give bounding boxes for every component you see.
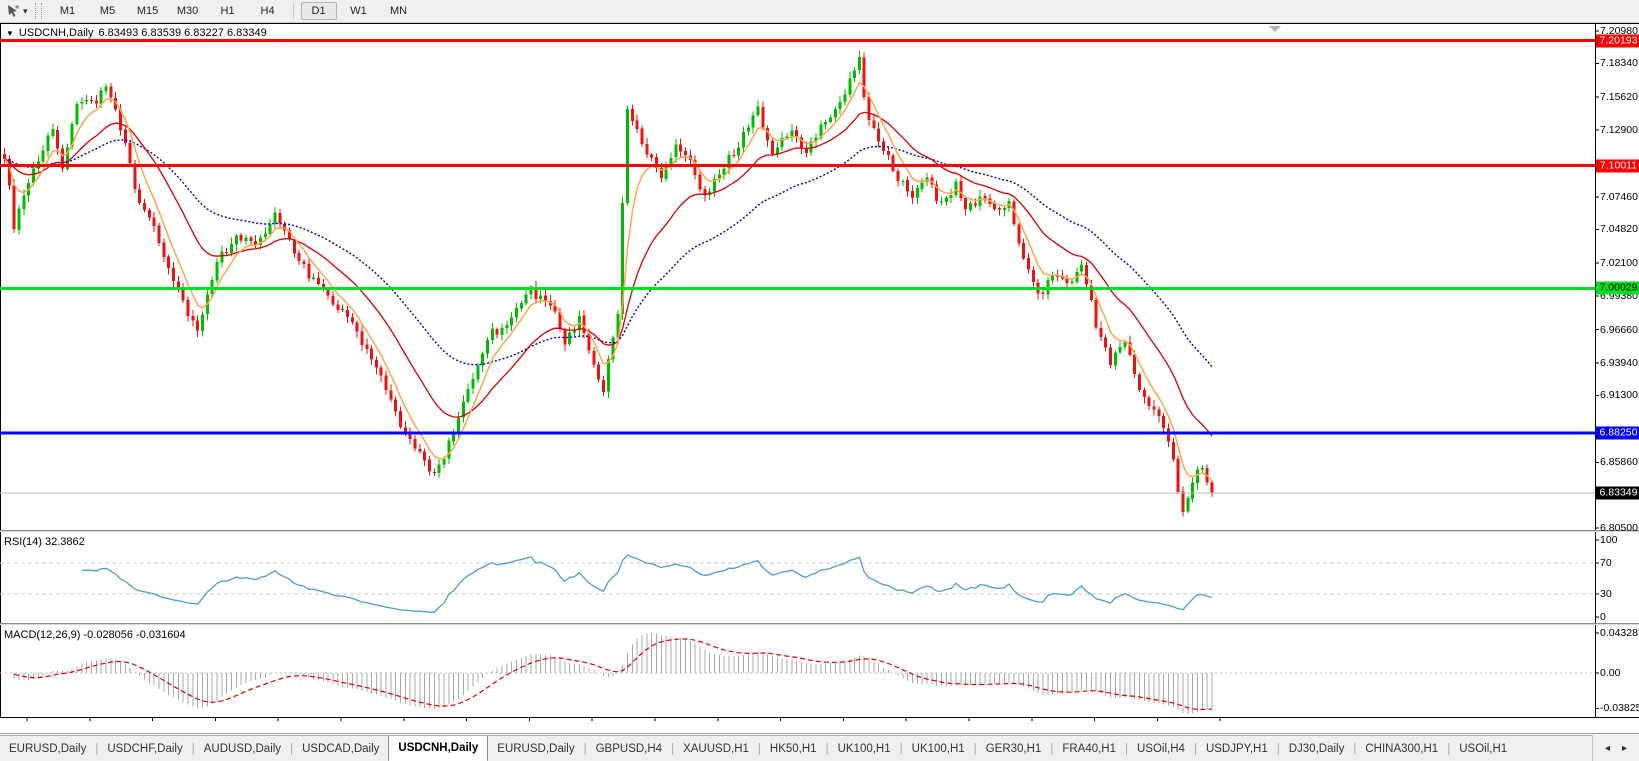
chart-tab-xauusd-h1[interactable]: XAUUSD,H1 (674, 736, 758, 761)
chart-tab-uk100-h1[interactable]: UK100,H1 (829, 736, 900, 761)
price-tick-label: 6.91300 (1600, 389, 1638, 401)
macd-indicator-label: MACD(12,26,9) -0.028056 -0.031604 (4, 629, 186, 641)
macd-tick-label: 0.043285 (1600, 627, 1639, 639)
chart-tab-uk100-h1[interactable]: UK100,H1 (903, 736, 974, 761)
timeframe-button-h1[interactable]: H1 (210, 2, 246, 20)
rsi-value: 32.3862 (45, 536, 85, 548)
chart-tab-hk50-h1[interactable]: HK50,H1 (761, 736, 826, 761)
chevron-down-icon[interactable]: ▾ (23, 6, 28, 17)
tab-scroll-left-icon[interactable]: ◂ (1605, 743, 1610, 754)
tab-scroll-right-icon[interactable]: ▸ (1622, 743, 1627, 754)
timeframe-button-d1[interactable]: D1 (301, 2, 337, 20)
chart-tab-usoil-h4[interactable]: USOil,H4 (1128, 736, 1194, 761)
chart-tab-eurusd-daily[interactable]: EURUSD,Daily (0, 736, 95, 761)
timeframe-button-w1[interactable]: W1 (341, 2, 377, 20)
price-tick-label: 6.93940 (1600, 357, 1638, 369)
chart-tab-china300-h1[interactable]: CHINA300,H1 (1356, 736, 1447, 761)
price-tick-label: 7.15620 (1600, 91, 1638, 103)
chart-tab-usoil-h1[interactable]: USOil,H1 (1450, 736, 1516, 761)
macd-values: -0.028056 -0.031604 (83, 629, 185, 641)
chart-title-row: ▼ USDCNH,Daily 6.83493 6.83539 6.83227 6… (6, 27, 267, 39)
price-level-label: 7.10011 (1596, 159, 1639, 172)
price-tick-label: 7.04820 (1600, 223, 1638, 235)
toolbar-grip[interactable] (35, 3, 42, 19)
rsi-tick-label: 100 (1600, 534, 1618, 546)
timeframe-button-mn[interactable]: MN (381, 2, 417, 20)
cursor-tool-icon[interactable] (3, 2, 23, 20)
price-level-label: 7.00029 (1596, 282, 1639, 295)
chart-canvas[interactable] (0, 23, 1639, 734)
macd-tick-label: -0.038253 (1600, 702, 1639, 714)
macd-tick-label: 0.00 (1600, 667, 1620, 679)
timeframe-button-m1[interactable]: M1 (50, 2, 86, 20)
rsi-tick-label: 70 (1600, 557, 1612, 569)
rsi-indicator-label: RSI(14) 32.3862 (4, 536, 85, 548)
chart-tab-usdcnh-daily[interactable]: USDCNH,Daily (388, 736, 488, 761)
rsi-pane-separator[interactable] (0, 529, 1639, 532)
chart-tab-fra40-h1[interactable]: FRA40,H1 (1053, 736, 1125, 761)
price-level-label: 6.83349 (1596, 487, 1639, 500)
chart-tab-gbpusd-h4[interactable]: GBPUSD,H4 (587, 736, 671, 761)
timeframe-button-m30[interactable]: M30 (170, 2, 206, 20)
price-tick-label: 6.96660 (1600, 324, 1638, 336)
tab-scroll-arrows: ◂ ▸ (1592, 735, 1639, 761)
macd-pane-separator[interactable] (0, 622, 1639, 625)
chart-tab-dj30-daily[interactable]: DJ30,Daily (1280, 736, 1354, 761)
chart-tab-bar: EURUSD,Daily|USDCHF,Daily|AUDUSD,Daily|U… (0, 735, 1639, 761)
chart-tab-audusd-daily[interactable]: AUDUSD,Daily (195, 736, 290, 761)
price-tick-label: 7.12900 (1600, 124, 1638, 136)
chart-tab-usdchf-daily[interactable]: USDCHF,Daily (98, 736, 191, 761)
chart-window: ▼ USDCNH,Daily 6.83493 6.83539 6.83227 6… (0, 23, 1639, 734)
price-tick-label: 7.18340 (1600, 57, 1638, 69)
timeframe-buttons: M1M5M15M30H1H4 D1W1MN (48, 2, 419, 20)
collapse-triangle-icon[interactable]: ▼ (6, 29, 14, 38)
price-level-label: 6.88250 (1596, 426, 1639, 439)
price-tick-label: 6.85860 (1600, 456, 1638, 468)
chart-tab-eurusd-daily[interactable]: EURUSD,Daily (488, 736, 583, 761)
price-level-label: 7.20193 (1596, 34, 1639, 47)
chart-tab-usdcad-daily[interactable]: USDCAD,Daily (293, 736, 388, 761)
toolbar-separator (293, 3, 294, 19)
timeframe-button-m15[interactable]: M15 (130, 2, 166, 20)
chart-tab-usdjpy-h1[interactable]: USDJPY,H1 (1197, 736, 1277, 761)
price-tick-label: 7.07460 (1600, 191, 1638, 203)
chart-symbol-title: USDCNH,Daily (19, 27, 94, 39)
chart-tab-ger30-h1[interactable]: GER30,H1 (977, 736, 1051, 761)
rsi-tick-label: 30 (1600, 588, 1612, 600)
price-tick-label: 7.02100 (1600, 257, 1638, 269)
trading-terminal: ▾ M1M5M15M30H1H4 D1W1MN ▼ USDCNH,Daily 6.… (0, 0, 1639, 761)
timeframe-button-m5[interactable]: M5 (90, 2, 126, 20)
timeframe-button-h4[interactable]: H4 (250, 2, 286, 20)
timeframe-toolbar: ▾ M1M5M15M30H1H4 D1W1MN (0, 0, 1639, 23)
chart-ohlc-values: 6.83493 6.83539 6.83227 6.83349 (98, 27, 266, 39)
